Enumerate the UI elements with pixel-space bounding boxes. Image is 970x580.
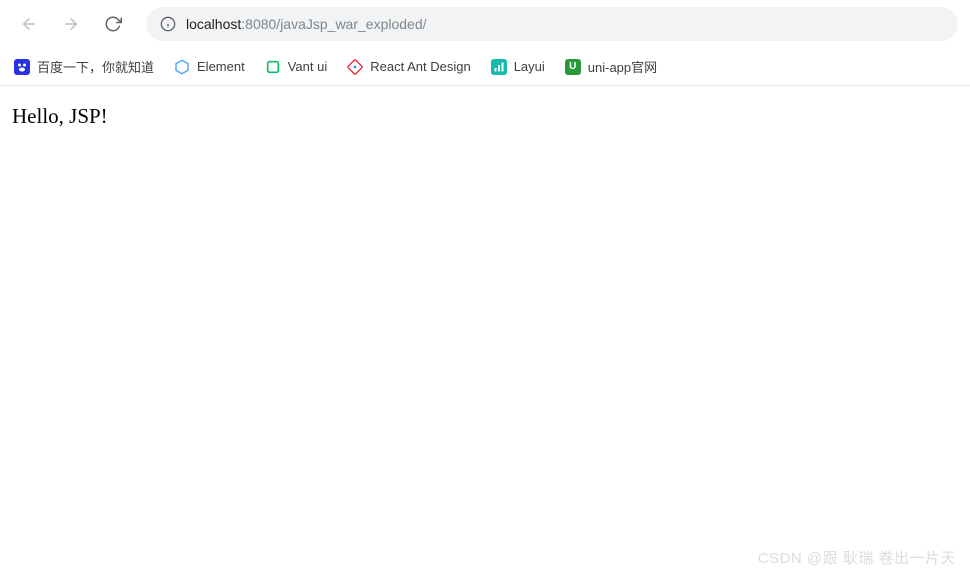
baidu-icon <box>14 59 30 75</box>
bookmark-label: Layui <box>514 59 545 74</box>
antd-icon <box>347 59 363 75</box>
page-heading: Hello, JSP! <box>12 104 958 129</box>
bookmark-label: 百度一下，你就知道 <box>37 57 154 76</box>
bookmark-label: uni-app官网 <box>588 57 657 76</box>
back-button[interactable] <box>12 7 46 41</box>
url-path: :8080/javaJsp_war_exploded/ <box>241 16 426 32</box>
bookmark-label: React Ant Design <box>370 59 470 74</box>
arrow-left-icon <box>20 15 38 33</box>
url-host: localhost <box>186 16 241 32</box>
bookmark-layui[interactable]: Layui <box>491 59 545 75</box>
bookmarks-bar: 百度一下，你就知道 Element Vant ui React Ant Desi… <box>0 48 970 86</box>
layui-icon <box>491 59 507 75</box>
bookmark-label: Vant ui <box>288 59 328 74</box>
url-text: localhost:8080/javaJsp_war_exploded/ <box>186 16 427 32</box>
uniapp-icon: U <box>565 59 581 75</box>
bookmark-label: Element <box>197 59 245 74</box>
bookmark-react-antd[interactable]: React Ant Design <box>347 59 470 75</box>
forward-button[interactable] <box>54 7 88 41</box>
watermark-text: CSDN @跟 耿瑞 卷出一片天 <box>758 547 956 568</box>
page-content: Hello, JSP! <box>0 86 970 147</box>
browser-toolbar: localhost:8080/javaJsp_war_exploded/ <box>0 0 970 48</box>
site-info-icon[interactable] <box>160 16 176 32</box>
bookmark-element[interactable]: Element <box>174 59 245 75</box>
bookmark-uniapp[interactable]: U uni-app官网 <box>565 57 657 76</box>
address-bar[interactable]: localhost:8080/javaJsp_war_exploded/ <box>146 7 958 41</box>
arrow-right-icon <box>62 15 80 33</box>
vant-icon <box>265 59 281 75</box>
reload-icon <box>104 15 122 33</box>
reload-button[interactable] <box>96 7 130 41</box>
bookmark-vant[interactable]: Vant ui <box>265 59 328 75</box>
element-icon <box>174 59 190 75</box>
bookmark-baidu[interactable]: 百度一下，你就知道 <box>14 57 154 76</box>
